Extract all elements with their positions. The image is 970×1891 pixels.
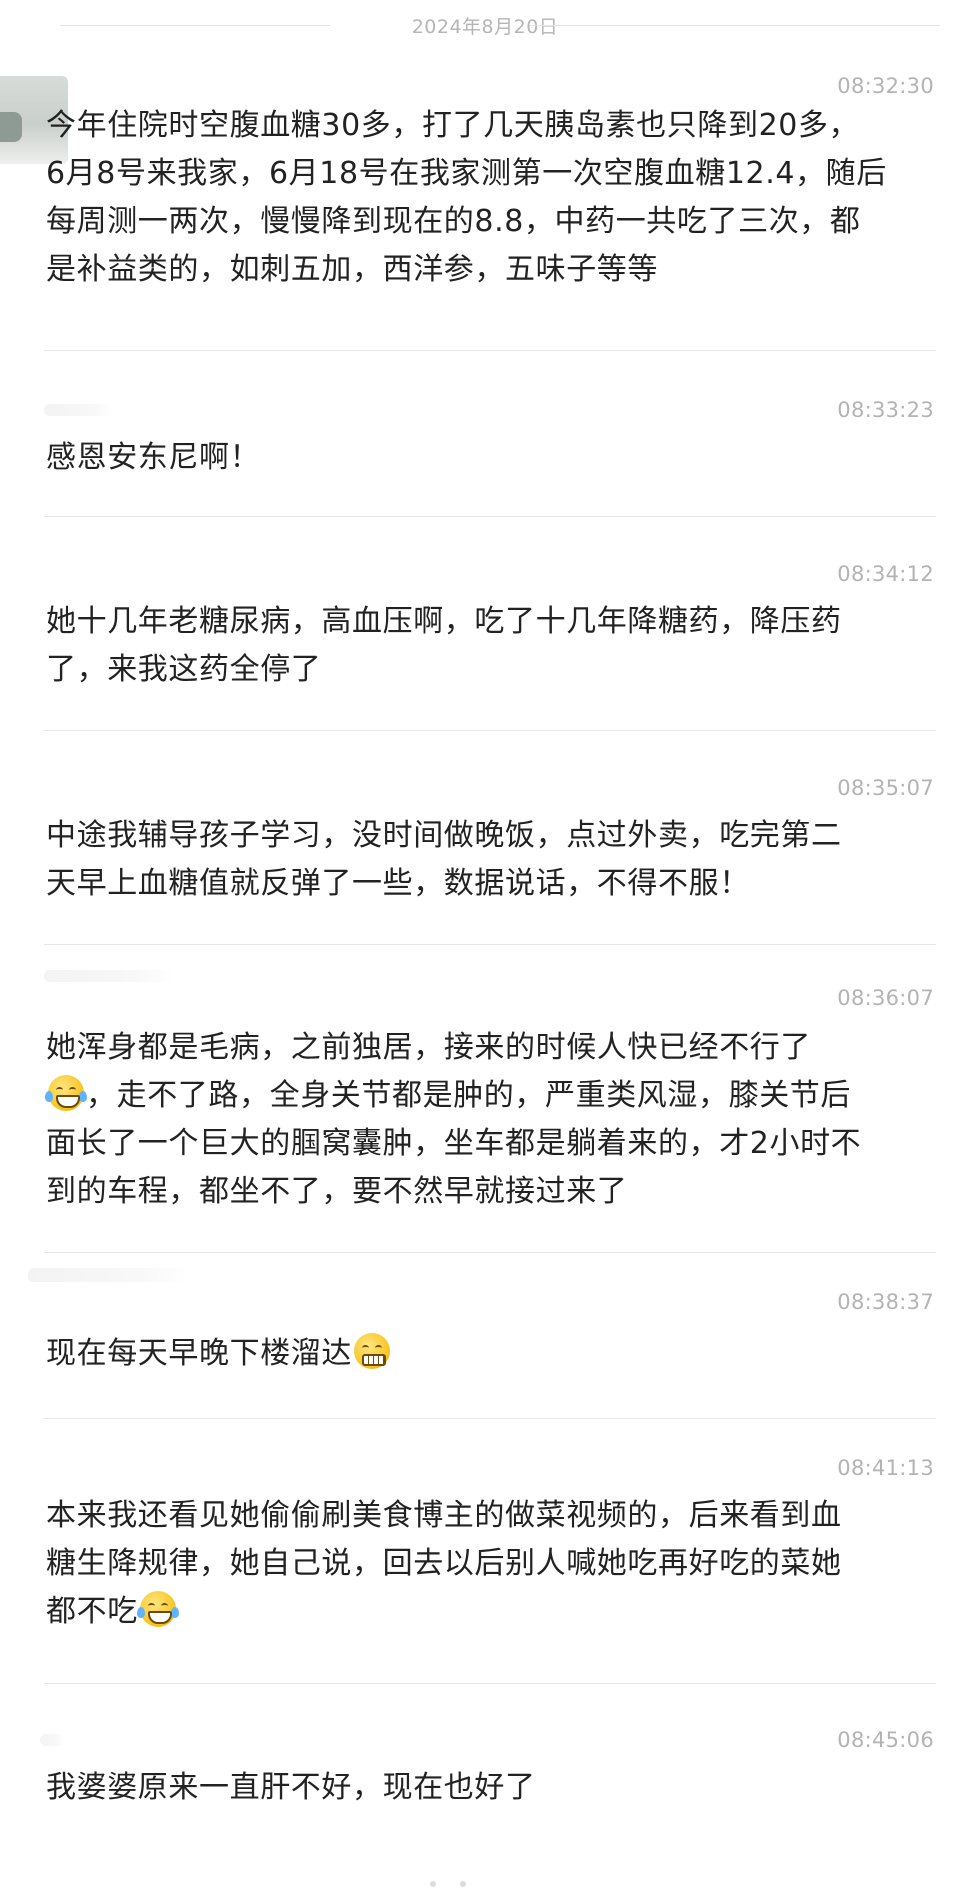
sender-name-blurred (40, 1734, 64, 1746)
message-timestamp: 08:34:12 (837, 562, 934, 586)
message-item: 08:33:23 感恩安东尼啊！ (0, 392, 970, 512)
message-timestamp: 08:36:07 (837, 986, 934, 1010)
message-line: 我婆婆原来一直肝不好，现在也好了 (46, 1770, 536, 1805)
message-text: 中途我辅导孩子学习，没时间做晚饭，点过外卖，吃完第二 天早上血糖值就反弹了一些，… (46, 812, 936, 908)
message-line: 本来我还看见她偷偷刷美食博主的做菜视频的，后来看到血 (46, 1498, 842, 1533)
message-line-text: 现在每天早晚下楼溜达 (46, 1336, 352, 1371)
message-item: 08:41:13 本来我还看见她偷偷刷美食博主的做菜视频的，后来看到血 糖生降规… (0, 1450, 970, 1670)
date-line-right (530, 25, 940, 26)
message-item: 08:38:37 现在每天早晚下楼溜达 (0, 1262, 970, 1412)
date-line-left (60, 25, 330, 26)
bottom-edge (0, 1879, 970, 1889)
message-item: 08:35:07 中途我辅导孩子学习，没时间做晚饭，点过外卖，吃完第二 天早上血… (0, 770, 970, 940)
message-line: 今年住院时空腹血糖30多，打了几天胰岛素也只降到20多， (46, 108, 860, 143)
message-text: 她浑身都是毛病，之前独居，接来的时候人快已经不行了 ，走不了路，全身关节都是肿的… (45, 1024, 936, 1216)
message-line: 面长了一个巨大的腘窝囊肿，坐车都是躺着来的，才2小时不 (46, 1126, 862, 1161)
message-line: 中途我辅导孩子学习，没时间做晚饭，点过外卖，吃完第二 (46, 818, 842, 853)
message-divider (44, 730, 936, 731)
message-timestamp: 08:41:13 (837, 1456, 934, 1480)
sender-name-blurred (44, 970, 174, 982)
message-text: 我婆婆原来一直肝不好，现在也好了 (46, 1764, 936, 1812)
message-text: 感恩安东尼啊！ (46, 434, 936, 482)
message-line-text: 都不吃 (46, 1594, 138, 1629)
message-line: 是补益类的，如刺五加，西洋参，五味子等等 (46, 252, 658, 287)
message-timestamp: 08:32:30 (837, 74, 934, 98)
message-line: 天早上血糖值就反弹了一些，数据说话，不得不服！ (46, 866, 750, 901)
sender-name-blurred (28, 1268, 188, 1282)
message-text: 现在每天早晚下楼溜达 (46, 1330, 936, 1378)
message-timestamp: 08:35:07 (837, 776, 934, 800)
message-line: 到的车程，都坐不了，要不然早就接过来了 (46, 1174, 628, 1209)
message-divider (44, 1683, 936, 1684)
message-line: 了，来我这药全停了 (46, 652, 322, 687)
tears-of-joy-icon (136, 1591, 179, 1627)
message-line: 她浑身都是毛病，之前独居，接来的时候人快已经不行了 (46, 1030, 811, 1065)
message-line: ，走不了路，全身关节都是肿的，严重类风湿，膝关节后 (45, 1072, 936, 1120)
message-line: 感恩安东尼啊！ (46, 440, 261, 475)
message-line: 她十几年老糖尿病，高血压啊，吃了十几年降糖药，降压药 (46, 604, 842, 639)
message-timestamp: 08:33:23 (837, 398, 934, 422)
message-divider (44, 1252, 936, 1253)
scroll-dot (460, 1881, 466, 1887)
message-line: 现在每天早晚下楼溜达 (46, 1330, 936, 1378)
message-line: 糖生降规律，她自己说，回去以后别人喊她吃再好吃的菜她 (46, 1546, 842, 1581)
message-line: 每周测一两次，慢慢降到现在的8.8，中药一共吃了三次，都 (46, 204, 861, 239)
message-timestamp: 08:38:37 (837, 1290, 934, 1314)
message-divider (44, 1418, 936, 1419)
sender-name-blurred (44, 404, 114, 416)
message-item: 08:36:07 她浑身都是毛病，之前独居，接来的时候人快已经不行了 ，走不了路… (0, 962, 970, 1242)
crying-face-icon (45, 1075, 87, 1111)
message-item: 08:45:06 我婆婆原来一直肝不好，现在也好了 (0, 1722, 970, 1862)
message-line: 6月8号来我家，6月18号在我家测第一次空腹血糖12.4，随后 (46, 156, 887, 191)
message-timestamp: 08:45:06 (837, 1728, 934, 1752)
message-divider (44, 516, 936, 517)
message-divider (44, 350, 936, 351)
message-item: 08:32:30 今年住院时空腹血糖30多，打了几天胰岛素也只降到20多， 6月… (0, 68, 970, 292)
date-separator: 2024年8月20日 (0, 0, 970, 52)
message-text: 本来我还看见她偷偷刷美食博主的做菜视频的，后来看到血 糖生降规律，她自己说，回去… (46, 1492, 936, 1636)
message-line-text: ，走不了路，全身关节都是肿的，严重类风湿，膝关节后 (86, 1078, 851, 1113)
message-text: 她十几年老糖尿病，高血压啊，吃了十几年降糖药，降压药 了，来我这药全停了 (46, 598, 936, 694)
message-text: 今年住院时空腹血糖30多，打了几天胰岛素也只降到20多， 6月8号来我家，6月1… (46, 102, 936, 294)
message-line: 都不吃 (46, 1588, 936, 1636)
message-divider (44, 944, 936, 945)
scroll-dot (430, 1881, 436, 1887)
grinning-face-icon (354, 1333, 390, 1369)
message-item: 08:34:12 她十几年老糖尿病，高血压啊，吃了十几年降糖药，降压药 了，来我… (0, 556, 970, 726)
